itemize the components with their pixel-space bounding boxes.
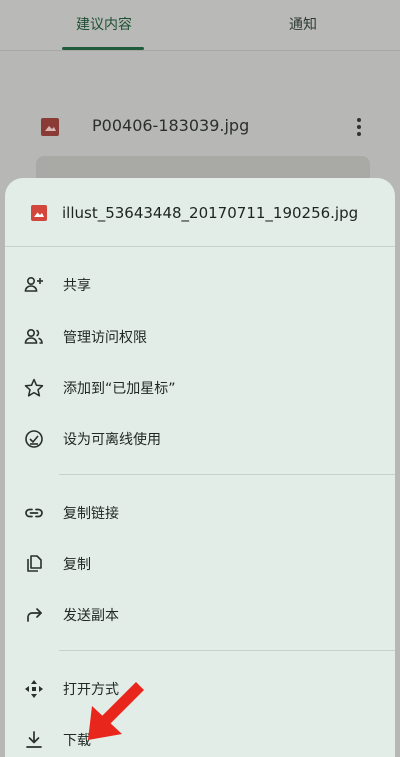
forward-icon xyxy=(23,604,45,626)
image-icon xyxy=(41,118,59,136)
background-file-row[interactable]: P00406-183039.jpg xyxy=(0,110,400,146)
background-file-name: P00406-183039.jpg xyxy=(92,116,250,135)
tab-bar: 建议内容 通知 xyxy=(0,0,400,50)
tab-suggested[interactable]: 建议内容 xyxy=(76,14,132,34)
menu-item-label: 设为可离线使用 xyxy=(63,432,161,448)
link-icon xyxy=(23,502,45,524)
divider xyxy=(0,50,400,51)
menu-item-offline[interactable]: 设为可离线使用 xyxy=(5,417,395,461)
menu-item-label: 添加到“已加星标” xyxy=(63,381,176,397)
person-add-icon xyxy=(23,274,45,296)
star-icon xyxy=(23,377,45,399)
divider xyxy=(59,474,395,475)
screen: 建议内容 通知 P00406-183039.jpg illust_5364344… xyxy=(0,0,400,757)
menu-item-label: 管理访问权限 xyxy=(63,330,147,346)
image-icon xyxy=(31,205,47,225)
open-with-icon xyxy=(23,678,45,700)
menu-item-copy-link[interactable]: 复制链接 xyxy=(5,491,395,535)
people-icon xyxy=(23,326,45,348)
more-vert-icon[interactable] xyxy=(352,116,366,138)
menu-item-copy[interactable]: 复制 xyxy=(5,542,395,586)
menu-item-open-with[interactable]: 打开方式 xyxy=(5,667,395,711)
divider xyxy=(59,650,395,651)
menu-item-send-copy[interactable]: 发送副本 xyxy=(5,593,395,637)
divider xyxy=(5,246,395,247)
red-arrow-annotation xyxy=(74,676,146,748)
menu-item-label: 复制 xyxy=(63,557,91,573)
menu-item-label: 共享 xyxy=(63,278,91,294)
tab-notifications[interactable]: 通知 xyxy=(289,14,317,34)
menu-item-manage-access[interactable]: 管理访问权限 xyxy=(5,315,395,359)
copy-icon xyxy=(23,553,45,575)
menu-item-download[interactable]: 下载 xyxy=(5,718,395,757)
menu-item-share[interactable]: 共享 xyxy=(5,263,395,307)
menu-item-label: 复制链接 xyxy=(63,506,119,522)
bottom-sheet: illust_53643448_20170711_190256.jpg 共享 管… xyxy=(5,178,395,757)
sheet-header: illust_53643448_20170711_190256.jpg xyxy=(5,196,395,232)
offline-check-icon xyxy=(23,428,45,450)
download-icon xyxy=(23,729,45,751)
menu-item-label: 发送副本 xyxy=(63,608,119,624)
menu-item-add-star[interactable]: 添加到“已加星标” xyxy=(5,366,395,410)
sheet-file-name: illust_53643448_20170711_190256.jpg xyxy=(62,204,359,222)
